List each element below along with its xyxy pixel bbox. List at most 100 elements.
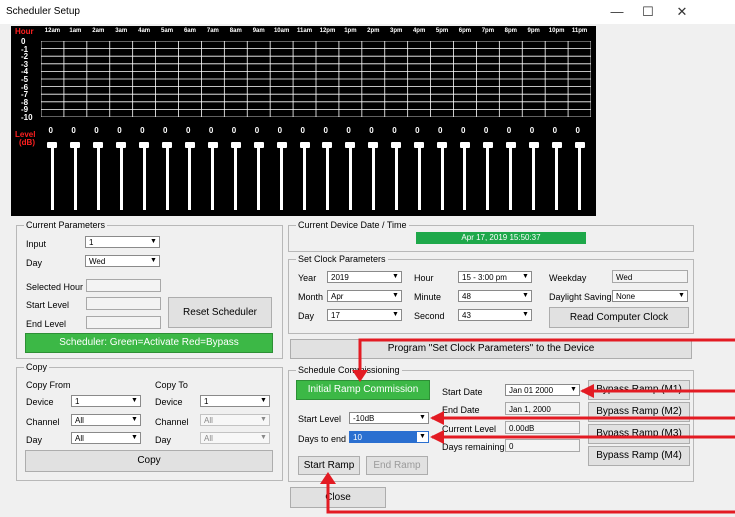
minute-select[interactable]: 48 ▼ — [458, 290, 532, 302]
hour-level-slider[interactable] — [211, 144, 215, 210]
hour-level-slider[interactable] — [73, 144, 77, 210]
input-select[interactable]: 1 ▼ — [85, 236, 160, 248]
maximize-button[interactable]: ☐ — [634, 3, 662, 21]
hour-level-value: 0 — [300, 126, 305, 135]
month-select[interactable]: Apr ▼ — [327, 290, 402, 302]
close-window-button[interactable]: ✕ — [668, 3, 696, 21]
slider-thumb[interactable] — [391, 142, 402, 148]
daylight-saving-select[interactable]: None ▼ — [612, 290, 688, 302]
program-clock-button[interactable]: Program "Set Clock Parameters" to the De… — [290, 339, 692, 359]
start-date-picker[interactable]: Jan 01 2000 ▼ — [505, 384, 580, 396]
from-day-select[interactable]: All ▼ — [71, 432, 141, 444]
clock-day-label: Day — [298, 311, 315, 321]
reset-scheduler-button[interactable]: Reset Scheduler — [168, 297, 272, 328]
year-select-value: 2019 — [331, 273, 349, 282]
bypass-ramp-m2-button[interactable]: Bypass Ramp (M2) — [588, 402, 690, 422]
start-level-field — [86, 297, 161, 310]
slider-thumb[interactable] — [345, 142, 356, 148]
clock-day-select[interactable]: 17 ▼ — [327, 309, 402, 321]
hour-level-slider[interactable] — [555, 144, 559, 210]
initial-ramp-commission-button[interactable]: Initial Ramp Commission — [296, 380, 430, 400]
day-select[interactable]: Wed ▼ — [85, 255, 160, 267]
hour-tick-label: 8am — [229, 28, 242, 34]
slider-thumb[interactable] — [116, 142, 127, 148]
end-level-label: End Level — [26, 319, 67, 329]
slider-thumb[interactable] — [574, 142, 585, 148]
hour-level-slider[interactable] — [257, 144, 261, 210]
slider-thumb[interactable] — [299, 142, 310, 148]
slider-thumb[interactable] — [253, 142, 264, 148]
level-grid[interactable] — [41, 41, 591, 117]
hour-level-slider[interactable] — [119, 144, 123, 210]
hour-tick-label: 12pm — [319, 28, 336, 34]
slider-thumb[interactable] — [368, 142, 379, 148]
commission-start-level-select[interactable]: -10dB ▼ — [349, 412, 429, 424]
bypass-ramp-m1-button[interactable]: Bypass Ramp (M1) — [588, 380, 690, 400]
hour-level-slider[interactable] — [303, 144, 307, 210]
hour-tick-label: 7pm — [481, 28, 495, 34]
slider-thumb[interactable] — [459, 142, 470, 148]
from-channel-select[interactable]: All ▼ — [71, 414, 141, 426]
hour-select-value: 15 - 3:00 pm — [462, 273, 507, 282]
slider-thumb[interactable] — [482, 142, 493, 148]
hour-level-slider[interactable] — [417, 144, 421, 210]
slider-thumb[interactable] — [414, 142, 425, 148]
hour-level-slider[interactable] — [325, 144, 329, 210]
slider-thumb[interactable] — [70, 142, 81, 148]
slider-thumb[interactable] — [551, 142, 562, 148]
slider-thumb[interactable] — [528, 142, 539, 148]
hour-level-value: 0 — [369, 126, 374, 135]
days-to-end-select[interactable]: 10 ▼ — [349, 431, 429, 443]
hour-level-slider[interactable] — [188, 144, 192, 210]
year-select[interactable]: 2019 ▼ — [327, 271, 402, 283]
hour-level-slider[interactable] — [486, 144, 490, 210]
slider-thumb[interactable] — [276, 142, 287, 148]
copy-button[interactable]: Copy — [25, 450, 273, 472]
bypass-ramp-m4-button[interactable]: Bypass Ramp (M4) — [588, 446, 690, 466]
hour-level-slider[interactable] — [50, 144, 54, 210]
hour-level-value: 0 — [140, 126, 145, 135]
hour-level-value: 0 — [208, 126, 214, 135]
chevron-down-icon: ▼ — [392, 292, 399, 299]
slider-thumb[interactable] — [93, 142, 104, 148]
slider-thumb[interactable] — [207, 142, 218, 148]
hour-tick-label: 3pm — [390, 28, 403, 34]
slider-thumb[interactable] — [162, 142, 173, 148]
close-button[interactable]: Close — [290, 487, 386, 508]
hour-level-slider[interactable] — [142, 144, 146, 210]
hour-level-slider[interactable] — [280, 144, 284, 210]
second-label: Second — [414, 311, 445, 321]
hour-select[interactable]: 15 - 3:00 pm ▼ — [458, 271, 532, 283]
minimize-button[interactable]: — — [603, 3, 631, 21]
hour-level-value: 0 — [277, 126, 283, 135]
second-select[interactable]: 43 ▼ — [458, 309, 532, 321]
to-device-select[interactable]: 1 ▼ — [200, 395, 270, 407]
bypass-ramp-m3-button[interactable]: Bypass Ramp (M3) — [588, 424, 690, 444]
read-computer-clock-button[interactable]: Read Computer Clock — [549, 307, 689, 328]
hour-tick-label: 9am — [252, 28, 265, 34]
slider-thumb[interactable] — [437, 142, 448, 148]
month-select-value: Apr — [331, 292, 344, 301]
hour-level-slider[interactable] — [165, 144, 169, 210]
slider-thumb[interactable] — [139, 142, 150, 148]
slider-thumb[interactable] — [47, 142, 58, 148]
slider-thumb[interactable] — [322, 142, 333, 148]
hour-level-slider[interactable] — [348, 144, 352, 210]
start-date-label: Start Date — [442, 387, 483, 397]
hour-level-slider[interactable] — [96, 144, 100, 210]
slider-thumb[interactable] — [184, 142, 195, 148]
hour-level-slider[interactable] — [463, 144, 467, 210]
hour-level-slider[interactable] — [234, 144, 238, 210]
chevron-down-icon: ▼ — [260, 434, 267, 441]
level-tick-label: -10 — [21, 113, 33, 122]
hour-level-slider[interactable] — [394, 144, 398, 210]
hour-level-slider[interactable] — [532, 144, 536, 210]
hour-level-slider[interactable] — [578, 144, 582, 210]
slider-thumb[interactable] — [230, 142, 241, 148]
from-device-select[interactable]: 1 ▼ — [71, 395, 141, 407]
hour-level-slider[interactable] — [509, 144, 513, 210]
hour-level-slider[interactable] — [440, 144, 444, 210]
start-ramp-button[interactable]: Start Ramp — [298, 456, 360, 475]
slider-thumb[interactable] — [505, 142, 516, 148]
hour-level-slider[interactable] — [371, 144, 375, 210]
